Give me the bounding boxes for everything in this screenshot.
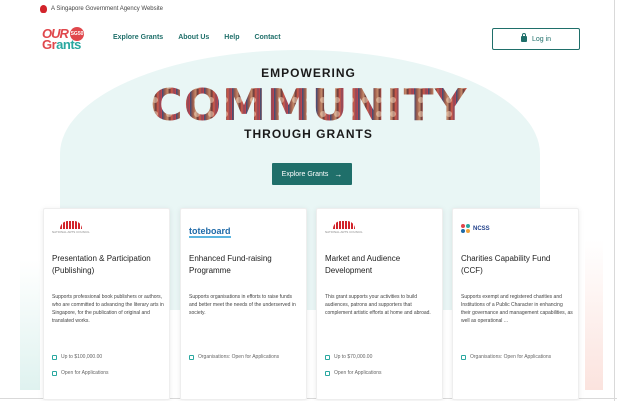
grant-status: Organisations: Open for Applications [189, 354, 279, 360]
grant-status: Open for Applications [52, 370, 109, 376]
login-button[interactable]: Log in [492, 28, 580, 50]
organisation-icon [461, 354, 466, 360]
explore-grants-button[interactable]: Explore Grants → [272, 163, 352, 185]
explore-grants-label: Explore Grants [281, 170, 329, 178]
main-nav: Explore Grants About Us Help Contact [113, 34, 281, 41]
frame-edge [614, 0, 615, 401]
calendar-icon [52, 370, 57, 376]
hero-heading-bottom: THROUGH GRANTS [244, 127, 373, 141]
nac-arc-icon [332, 221, 355, 229]
nac-logo: NATIONAL ARTS COUNCIL [325, 221, 363, 237]
nac-arc-icon [59, 221, 82, 229]
grant-title[interactable]: Market and Audience Development [325, 253, 437, 277]
grant-status: Organisations: Open for Applications [461, 354, 551, 360]
ncss-mark-icon [461, 224, 471, 234]
grant-description: Supports professional book publishers or… [52, 294, 164, 324]
grant-card[interactable]: toteboard Enhanced Fund-raising Programm… [180, 208, 307, 400]
decorative-shape [20, 260, 40, 390]
hero-community-image-text: COMMUNITY [148, 80, 470, 131]
grant-amount: Up to $70,000.00 [325, 354, 372, 360]
nav-contact[interactable]: Contact [254, 34, 280, 41]
nav-explore-grants[interactable]: Explore Grants [113, 34, 163, 41]
grant-title[interactable]: Enhanced Fund-raising Programme [189, 253, 301, 277]
money-icon [52, 354, 57, 360]
nac-logo: NATIONAL ARTS COUNCIL [52, 221, 90, 237]
ncss-logo-text: NCSS [473, 226, 490, 232]
grant-description: Supports exempt and registered charities… [461, 294, 573, 324]
decorative-shape [585, 240, 603, 390]
toteboard-logo: toteboard [189, 221, 231, 238]
grant-description: Supports organisations in efforts to rai… [189, 294, 296, 316]
community-photo-letters: COMMUNITY [150, 80, 467, 131]
svg-text:COMMUNITY: COMMUNITY [150, 80, 467, 124]
lock-icon [520, 33, 527, 42]
oursg-grants-logo[interactable]: OUR SG50 Grants [42, 26, 88, 52]
gov-banner-text: A Singapore Government Agency Website [51, 6, 163, 12]
calendar-icon [325, 370, 330, 376]
grant-card[interactable]: NCSS Charities Capability Fund (CCF) Sup… [452, 208, 579, 400]
arrow-right-icon: → [334, 169, 343, 179]
grant-description: This grant supports your activities to b… [325, 294, 431, 316]
gov-banner[interactable]: A Singapore Government Agency Website [40, 3, 163, 15]
toteboard-logo-text: toteboard [189, 226, 231, 238]
nac-logo-caption: NATIONAL ARTS COUNCIL [52, 230, 90, 234]
nav-about-us[interactable]: About Us [178, 34, 209, 41]
organisation-icon [189, 354, 194, 360]
money-icon [325, 354, 330, 360]
grant-status: Open for Applications [325, 370, 382, 376]
login-label: Log in [531, 35, 552, 43]
page: A Singapore Government Agency Website OU… [0, 0, 617, 401]
grant-card[interactable]: NATIONAL ARTS COUNCIL Market and Audienc… [316, 208, 443, 400]
nac-logo-caption: NATIONAL ARTS COUNCIL [325, 230, 363, 234]
ncss-logo: NCSS [461, 221, 490, 237]
hero-heading-top: EMPOWERING [261, 66, 356, 80]
lion-head-icon [40, 5, 47, 13]
grant-card[interactable]: NATIONAL ARTS COUNCIL Presentation & Par… [43, 208, 170, 400]
grant-title[interactable]: Presentation & Participation (Publishing… [52, 253, 164, 277]
grant-title[interactable]: Charities Capability Fund (CCF) [461, 253, 573, 277]
nav-help[interactable]: Help [224, 34, 239, 41]
logo-grants-text: Grants [42, 37, 81, 52]
grant-amount: Up to $100,000.00 [52, 354, 102, 360]
